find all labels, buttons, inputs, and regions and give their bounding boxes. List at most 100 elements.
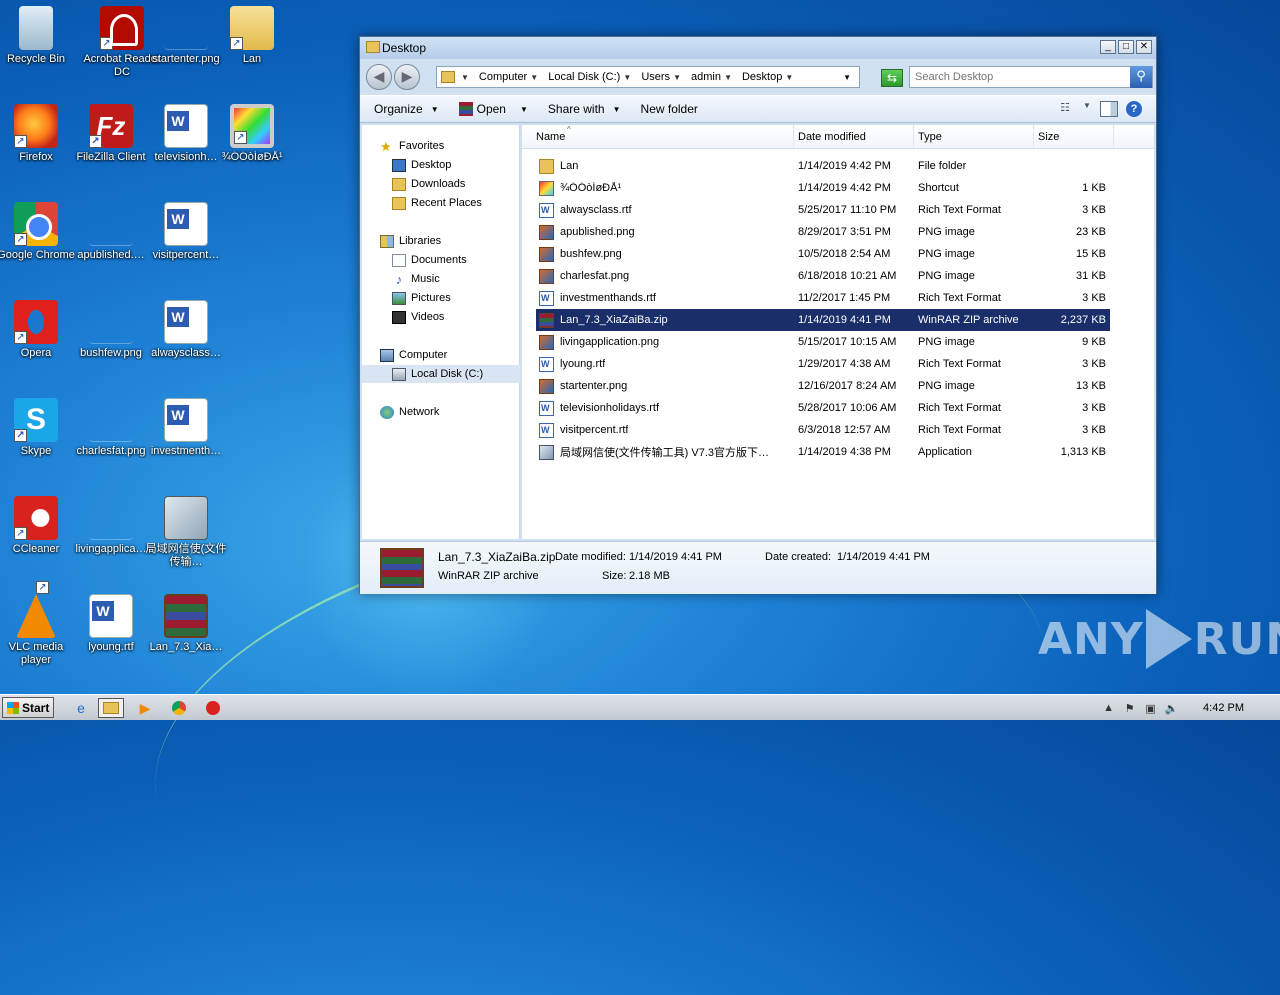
desktop-icon[interactable]: livingapplica… xyxy=(68,492,154,556)
search-input[interactable] xyxy=(910,68,1128,86)
organize-button[interactable]: Organize ▼ xyxy=(374,102,439,116)
breadcrumb-users[interactable]: Users ▼ xyxy=(641,71,686,83)
maximize-button[interactable]: □ xyxy=(1118,40,1134,54)
chevron-down-icon: ▼ xyxy=(612,104,621,114)
nav-pictures[interactable]: Pictures xyxy=(362,289,520,307)
nav-music[interactable]: ♪ Music xyxy=(362,270,520,288)
file-row[interactable]: ¾ÓÓòÍøÐÅ¹ 1/14/2019 4:42 PM Shortcut 1 KB xyxy=(536,177,1110,199)
view-options-icon[interactable]: ☷ xyxy=(1056,101,1074,117)
breadcrumb-computer[interactable]: Computer ▼ xyxy=(479,71,543,83)
chevron-down-icon[interactable]: ▼ xyxy=(1082,101,1092,117)
desktop-icon-label: Lan_7.3_Xia… xyxy=(149,641,223,653)
file-row[interactable]: apublished.png 8/29/2017 3:51 PM PNG image… xyxy=(536,221,1110,243)
file-name-cell: charlesfat.png xyxy=(536,268,794,284)
column-size[interactable]: Size xyxy=(1034,125,1114,149)
nav-videos[interactable]: Videos xyxy=(362,308,520,326)
close-button[interactable]: ✕ xyxy=(1136,40,1152,54)
file-name: startenter.png xyxy=(560,380,628,392)
png-file-icon xyxy=(89,202,133,246)
file-type: Application xyxy=(918,446,972,458)
file-row[interactable]: startenter.png 12/16/2017 8:24 AM PNG imag… xyxy=(536,375,1110,397)
desktop-icon[interactable]: charlesfat.png xyxy=(68,394,154,458)
chevron-down-icon[interactable]: ▼ xyxy=(520,105,528,114)
file-row[interactable]: livingapplication.png 5/15/2017 10:15 AM P… xyxy=(536,331,1110,353)
nav-libraries[interactable]: Libraries xyxy=(362,232,520,250)
file-type: Rich Text Format xyxy=(918,402,1001,414)
nav-local-disk[interactable]: Local Disk (C:) xyxy=(362,365,520,383)
vlc-icon: ↗ xyxy=(16,581,56,638)
back-button[interactable]: ◀ xyxy=(366,64,392,90)
file-row[interactable]: investmenthands.rtf 11/2/2017 1:45 PM Rich… xyxy=(536,287,1110,309)
desktop-icon-label: FileZilla Client xyxy=(76,151,146,163)
action-center-flag-icon[interactable]: ⚑ xyxy=(1122,702,1137,715)
share-with-button[interactable]: Share with ▼ xyxy=(548,102,621,116)
desktop-icon[interactable]: ↗ ¾ÓÓòÍøÐÅ¹ xyxy=(209,100,295,164)
search-box: ⚲ xyxy=(909,66,1153,88)
opera-taskbar-icon[interactable] xyxy=(200,698,226,718)
file-row[interactable]: alwaysclass.rtf 5/25/2017 11:10 PM Rich Te… xyxy=(536,199,1110,221)
explorer-taskbar-icon[interactable] xyxy=(98,698,124,718)
nav-network[interactable]: Network xyxy=(362,403,520,421)
network-tray-icon[interactable]: ▣ xyxy=(1143,702,1158,715)
breadcrumb-desktop[interactable]: Desktop ▼ xyxy=(742,71,798,83)
desktop-icon[interactable]: visitpercent… xyxy=(143,198,229,262)
nav-recent-places[interactable]: Recent Places xyxy=(362,194,520,212)
nav-favorites[interactable]: ★ Favorites xyxy=(362,137,520,155)
nav-documents[interactable]: Documents xyxy=(362,251,520,269)
file-type: PNG image xyxy=(918,336,975,348)
nav-downloads[interactable]: Downloads xyxy=(362,175,520,193)
desktop-icon[interactable]: alwaysclass… xyxy=(143,296,229,360)
title-bar[interactable]: Desktop _ □ ✕ xyxy=(360,37,1156,59)
minimize-button[interactable]: _ xyxy=(1100,40,1116,54)
desktop-icon[interactable]: 局域网信使(文件传输… xyxy=(143,492,229,569)
file-row[interactable]: televisionholidays.rtf 5/28/2017 10:06 AM… xyxy=(536,397,1110,419)
column-name[interactable]: ^ Name xyxy=(522,125,794,149)
preview-pane-icon[interactable] xyxy=(1100,101,1118,117)
file-row[interactable]: Lan 1/14/2019 4:42 PM File folder xyxy=(536,155,1110,177)
nav-desktop[interactable]: Desktop xyxy=(362,156,520,174)
file-name-cell: 局域网信使(文件传输工具) V7.3官方版下… xyxy=(536,444,794,460)
desktop-icon[interactable]: Recycle Bin xyxy=(0,2,79,66)
file-row[interactable]: Lan_7.3_XiaZaiBa.zip 1/14/2019 4:41 PM Win… xyxy=(536,309,1110,331)
start-button[interactable]: Start xyxy=(2,697,54,718)
nav-computer[interactable]: Computer xyxy=(362,346,520,364)
help-icon[interactable]: ? xyxy=(1126,101,1142,117)
file-type: WinRAR ZIP archive xyxy=(918,314,1019,326)
column-type[interactable]: Type xyxy=(914,125,1034,149)
open-button[interactable]: Open ▼ xyxy=(458,102,528,116)
breadcrumb-local-disk[interactable]: Local Disk (C:) ▼ xyxy=(548,71,636,83)
volume-icon[interactable]: 🔈 xyxy=(1164,702,1179,715)
column-date-modified[interactable]: Date modified xyxy=(794,125,914,149)
breadcrumb-separator[interactable]: ▼ xyxy=(461,71,474,83)
breadcrumb-admin[interactable]: admin ▼ xyxy=(691,71,737,83)
file-row[interactable]: charlesfat.png 6/18/2018 10:21 AM PNG imag… xyxy=(536,265,1110,287)
file-date-modified: 10/5/2018 2:54 AM xyxy=(798,248,891,260)
stop-icon xyxy=(206,701,220,715)
desktop-icon[interactable]: ↗ Lan xyxy=(209,2,295,66)
address-bar[interactable]: ▼ Computer ▼ Local Disk (C:) ▼ Users ▼ a… xyxy=(436,66,860,88)
desktop-icon[interactable]: apublished.… xyxy=(68,198,154,262)
desktop-icon-label: bushfew.png xyxy=(80,347,142,359)
media-player-icon[interactable]: ▶ xyxy=(132,698,158,718)
search-icon[interactable]: ⚲ xyxy=(1130,66,1152,88)
forward-button[interactable]: ▶ xyxy=(394,64,420,90)
show-hidden-icons-icon[interactable]: ▲ xyxy=(1101,702,1116,715)
file-row[interactable]: lyoung.rtf 1/29/2017 4:38 AM Rich Text For… xyxy=(536,353,1110,375)
desktop-icon-label: Lan xyxy=(242,53,262,65)
refresh-button[interactable]: ⇆ xyxy=(881,69,903,87)
file-row[interactable]: visitpercent.rtf 6/3/2018 12:57 AM Rich Te… xyxy=(536,419,1110,441)
desktop-icon[interactable]: investmenth… xyxy=(143,394,229,458)
file-date-modified: 5/28/2017 10:06 AM xyxy=(798,402,897,414)
address-dropdown-icon[interactable]: ▼ xyxy=(843,73,851,82)
file-size: 9 KB xyxy=(1082,336,1106,348)
desktop-icon[interactable]: Fz ↗ FileZilla Client xyxy=(68,100,154,164)
desktop-icon[interactable]: Lan_7.3_Xia… xyxy=(143,590,229,654)
new-folder-button[interactable]: New folder xyxy=(641,102,698,116)
desktop-icon[interactable]: lyoung.rtf xyxy=(68,590,154,654)
chrome-taskbar-icon[interactable] xyxy=(166,698,192,718)
clock[interactable]: 4:42 PM xyxy=(1203,702,1244,714)
internet-explorer-icon[interactable]: e xyxy=(68,698,94,718)
desktop-icon[interactable]: bushfew.png xyxy=(68,296,154,360)
file-row[interactable]: 局域网信使(文件传输工具) V7.3官方版下… 1/14/2019 4:38 PM… xyxy=(536,441,1110,463)
file-row[interactable]: bushfew.png 10/5/2018 2:54 AM PNG image 15 … xyxy=(536,243,1110,265)
